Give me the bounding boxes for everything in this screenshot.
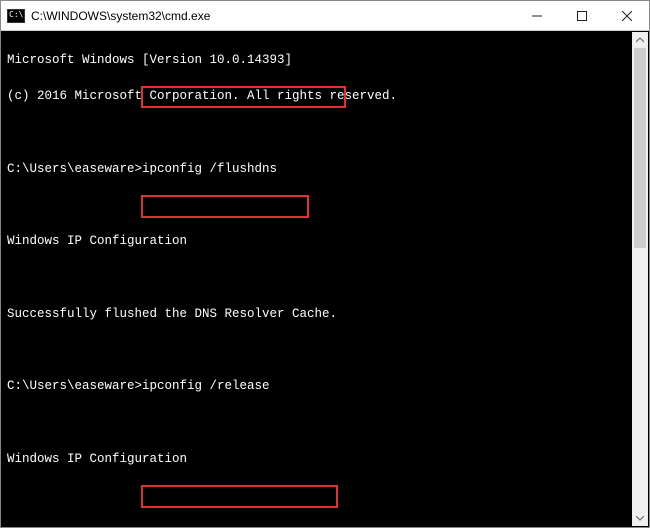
window-controls [514,1,649,30]
blank-line [7,269,643,287]
maximize-button[interactable] [559,1,604,30]
prompt: C:\Users\easeware> [7,379,142,393]
minimize-icon [532,11,542,21]
scroll-thumb[interactable] [634,48,646,248]
banner-line: Microsoft Windows [Version 10.0.14393] [7,51,643,69]
scroll-down-button[interactable] [632,510,648,526]
maximize-icon [577,11,587,21]
close-button[interactable] [604,1,649,30]
scroll-up-button[interactable] [632,32,648,48]
chevron-down-icon [636,514,644,522]
blank-line [7,522,643,527]
window-title: C:\WINDOWS\system32\cmd.exe [31,9,514,23]
blank-line [7,196,643,214]
titlebar[interactable]: C:\WINDOWS\system32\cmd.exe [1,1,649,31]
command-1: ipconfig /flushdns [142,162,277,176]
prompt-line: C:\Users\easeware>ipconfig /release [7,377,643,395]
close-icon [622,11,632,21]
flush-success: Successfully flushed the DNS Resolver Ca… [7,305,643,323]
banner-line: (c) 2016 Microsoft Corporation. All righ… [7,87,643,105]
cmd-window: C:\WINDOWS\system32\cmd.exe Microsoft Wi… [0,0,650,528]
blank-line [7,124,643,142]
terminal-area[interactable]: Microsoft Windows [Version 10.0.14393] (… [1,31,649,527]
blank-line [7,341,643,359]
vertical-scrollbar[interactable] [632,32,648,526]
blank-line [7,486,643,504]
prompt: C:\Users\easeware> [7,162,142,176]
chevron-up-icon [636,36,644,44]
blank-line [7,414,643,432]
cmd-icon [7,9,25,23]
command-2: ipconfig /release [142,379,270,393]
minimize-button[interactable] [514,1,559,30]
prompt-line: C:\Users\easeware>ipconfig /flushdns [7,160,643,178]
scroll-track[interactable] [632,48,648,510]
ipconfig-header: Windows IP Configuration [7,232,643,250]
ipconfig-header: Windows IP Configuration [7,450,643,468]
